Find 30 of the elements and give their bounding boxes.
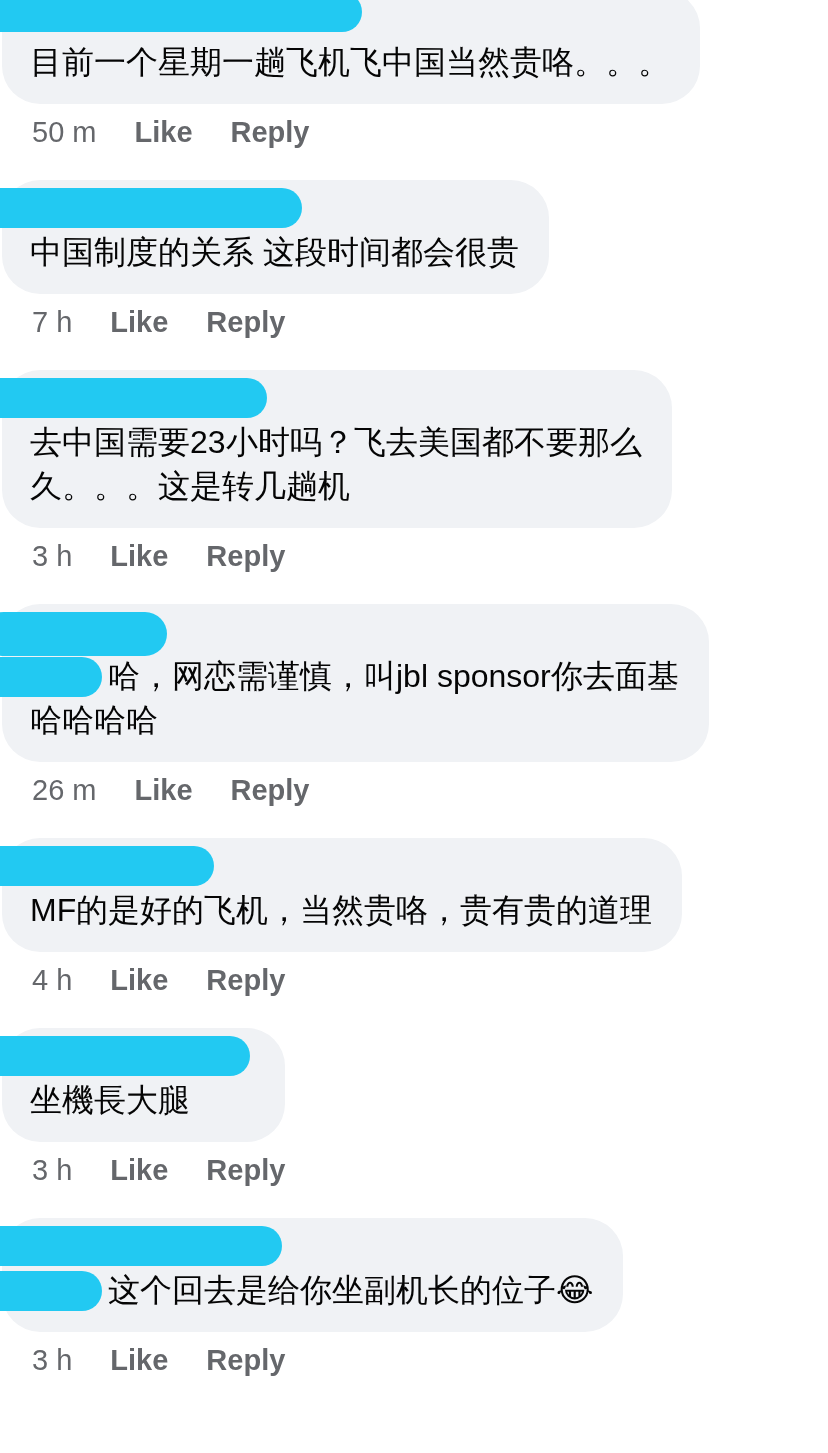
- reply-link[interactable]: Reply: [206, 1152, 286, 1188]
- reply-link[interactable]: Reply: [206, 304, 286, 340]
- reply-link[interactable]: Reply: [230, 772, 310, 808]
- reply-link[interactable]: Reply: [206, 962, 286, 998]
- comment-time: 3 h: [32, 1343, 73, 1378]
- comment-time: 3 h: [32, 1153, 73, 1188]
- comment-text: 中国制度的关系 这段时间都会很贵: [30, 233, 519, 272]
- like-link[interactable]: Like: [110, 1152, 169, 1188]
- comment-time: 50 m: [32, 115, 97, 150]
- like-link[interactable]: Like: [110, 962, 169, 998]
- comment-text: 哈，网恋需谨慎，叫jbl sponsor你去面基: [108, 657, 679, 696]
- comment-time: 7 h: [32, 305, 73, 340]
- like-link[interactable]: Like: [110, 538, 169, 574]
- comment-text: 久。。。这是转几趟机: [30, 467, 350, 506]
- like-link[interactable]: Like: [110, 304, 169, 340]
- comment-text: 哈哈哈哈: [30, 701, 158, 740]
- comment-time: 4 h: [32, 963, 73, 998]
- comment-text: 去中国需要23小时吗？飞去美国都不要那么: [30, 423, 642, 462]
- comment-time: 26 m: [32, 773, 97, 808]
- reply-link[interactable]: Reply: [206, 1342, 286, 1378]
- like-link[interactable]: Like: [110, 1342, 169, 1378]
- comment-text: 这个回去是给你坐副机长的位子😂: [108, 1271, 594, 1310]
- reply-link[interactable]: Reply: [230, 114, 310, 150]
- like-link[interactable]: Like: [134, 772, 193, 808]
- reply-link[interactable]: Reply: [206, 538, 286, 574]
- comment-text: 坐機長大腿: [30, 1081, 190, 1120]
- like-link[interactable]: Like: [134, 114, 193, 150]
- comment-time: 3 h: [32, 539, 73, 574]
- comment-text: 目前一个星期一趟飞机飞中国当然贵咯。。。: [30, 43, 670, 82]
- comment-text: MF的是好的飞机，当然贵咯，贵有贵的道理: [30, 891, 653, 930]
